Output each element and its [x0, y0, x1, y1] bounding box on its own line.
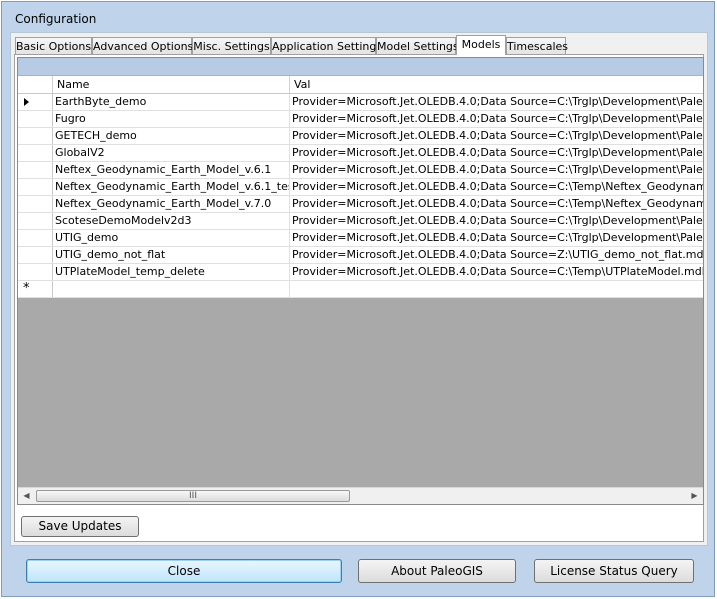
cell-val[interactable]: Provider=Microsoft.Jet.OLEDB.4.0;Data So…	[290, 94, 703, 110]
close-button[interactable]: Close	[26, 559, 342, 583]
row-header[interactable]	[18, 179, 53, 195]
row-header[interactable]	[18, 196, 53, 212]
cell-name[interactable]	[53, 281, 290, 297]
cell-val[interactable]	[290, 281, 703, 297]
scroll-left-arrow-icon[interactable]: ◀	[18, 488, 35, 504]
cell-name[interactable]: Neftex_Geodynamic_Earth_Model_v.6.1	[53, 162, 290, 178]
current-row-arrow-icon	[24, 98, 29, 106]
row-header[interactable]	[18, 264, 53, 280]
cell-val[interactable]: Provider=Microsoft.Jet.OLEDB.4.0;Data So…	[290, 162, 703, 178]
row-header[interactable]	[18, 111, 53, 127]
row-header[interactable]	[18, 213, 53, 229]
column-header-name[interactable]: Name	[53, 76, 290, 93]
table-row[interactable]: Fugro Provider=Microsoft.Jet.OLEDB.4.0;D…	[18, 111, 703, 128]
new-row-asterisk-icon: *	[23, 281, 30, 296]
grid-caption-bar	[18, 58, 703, 76]
cell-val[interactable]: Provider=Microsoft.Jet.OLEDB.4.0;Data So…	[290, 230, 703, 246]
tab-model-settings[interactable]: Model Settings	[376, 37, 459, 54]
cell-val[interactable]: Provider=Microsoft.Jet.OLEDB.4.0;Data So…	[290, 213, 703, 229]
tab-basic-options[interactable]: Basic Options	[15, 37, 92, 54]
scroll-thumb[interactable]: III	[36, 490, 350, 502]
table-row[interactable]: UTPlateModel_temp_delete Provider=Micros…	[18, 264, 703, 281]
row-header[interactable]	[18, 128, 53, 144]
cell-val[interactable]: Provider=Microsoft.Jet.OLEDB.4.0;Data So…	[290, 111, 703, 127]
scroll-right-arrow-icon[interactable]: ▶	[686, 488, 703, 504]
tab-timescales[interactable]: Timescales	[506, 37, 568, 54]
row-header[interactable]	[18, 94, 53, 110]
row-header[interactable]	[18, 162, 53, 178]
models-tab-page: Name Val EarthByte_demo Provider=Microso…	[14, 54, 704, 542]
tab-application-settings[interactable]: Application Settings	[271, 37, 382, 54]
cell-name[interactable]: UTIG_demo_not_flat	[53, 247, 290, 263]
cell-name[interactable]: Neftex_Geodynamic_Earth_Model_v.7.0	[53, 196, 290, 212]
cell-name[interactable]: Neftex_Geodynamic_Earth_Model_v.6.1_test	[53, 179, 290, 195]
configuration-window: Configuration Basic Options Advanced Opt…	[1, 1, 715, 597]
cell-name[interactable]: GETECH_demo	[53, 128, 290, 144]
models-grid[interactable]: Name Val EarthByte_demo Provider=Microso…	[17, 57, 704, 505]
table-row[interactable]: GlobalV2 Provider=Microsoft.Jet.OLEDB.4.…	[18, 145, 703, 162]
column-header-val[interactable]: Val	[290, 76, 703, 93]
cell-val[interactable]: Provider=Microsoft.Jet.OLEDB.4.0;Data So…	[290, 128, 703, 144]
horizontal-scrollbar[interactable]: ◀ III ▶	[18, 487, 703, 504]
tab-advanced-options[interactable]: Advanced Options	[92, 37, 193, 54]
table-row[interactable]: Neftex_Geodynamic_Earth_Model_v.6.1_test…	[18, 179, 703, 196]
tab-misc-settings[interactable]: Misc. Settings	[192, 37, 271, 54]
table-row[interactable]: ScoteseDemoModelv2d3 Provider=Microsoft.…	[18, 213, 703, 230]
save-updates-button[interactable]: Save Updates	[21, 516, 139, 537]
row-header[interactable]: *	[18, 281, 53, 297]
table-row[interactable]: Neftex_Geodynamic_Earth_Model_v.7.0 Prov…	[18, 196, 703, 213]
table-row[interactable]: UTIG_demo Provider=Microsoft.Jet.OLEDB.4…	[18, 230, 703, 247]
grid-header: Name Val	[18, 76, 703, 94]
cell-name[interactable]: ScoteseDemoModelv2d3	[53, 213, 290, 229]
cell-name[interactable]: Fugro	[53, 111, 290, 127]
table-row[interactable]: GETECH_demo Provider=Microsoft.Jet.OLEDB…	[18, 128, 703, 145]
cell-val[interactable]: Provider=Microsoft.Jet.OLEDB.4.0;Data So…	[290, 247, 703, 263]
cell-val[interactable]: Provider=Microsoft.Jet.OLEDB.4.0;Data So…	[290, 196, 703, 212]
new-row[interactable]: *	[18, 281, 703, 298]
table-row[interactable]: UTIG_demo_not_flat Provider=Microsoft.Je…	[18, 247, 703, 264]
row-header[interactable]	[18, 230, 53, 246]
cell-name[interactable]: EarthByte_demo	[53, 94, 290, 110]
row-header[interactable]	[18, 247, 53, 263]
cell-val[interactable]: Provider=Microsoft.Jet.OLEDB.4.0;Data So…	[290, 179, 703, 195]
row-header-corner[interactable]	[18, 76, 53, 93]
row-header[interactable]	[18, 145, 53, 161]
about-paleogis-button[interactable]: About PaleoGIS	[358, 559, 516, 583]
cell-name[interactable]: GlobalV2	[53, 145, 290, 161]
tab-models[interactable]: Models	[456, 35, 506, 55]
cell-val[interactable]: Provider=Microsoft.Jet.OLEDB.4.0;Data So…	[290, 264, 703, 280]
table-row[interactable]: EarthByte_demo Provider=Microsoft.Jet.OL…	[18, 94, 703, 111]
license-status-query-button[interactable]: License Status Query	[534, 559, 694, 583]
window-title: Configuration	[15, 12, 97, 26]
client-area: Basic Options Advanced Options Misc. Set…	[10, 32, 708, 546]
table-row[interactable]: Neftex_Geodynamic_Earth_Model_v.6.1 Prov…	[18, 162, 703, 179]
cell-name[interactable]: UTPlateModel_temp_delete	[53, 264, 290, 280]
cell-val[interactable]: Provider=Microsoft.Jet.OLEDB.4.0;Data So…	[290, 145, 703, 161]
grid-rows: EarthByte_demo Provider=Microsoft.Jet.OL…	[18, 94, 703, 298]
cell-name[interactable]: UTIG_demo	[53, 230, 290, 246]
